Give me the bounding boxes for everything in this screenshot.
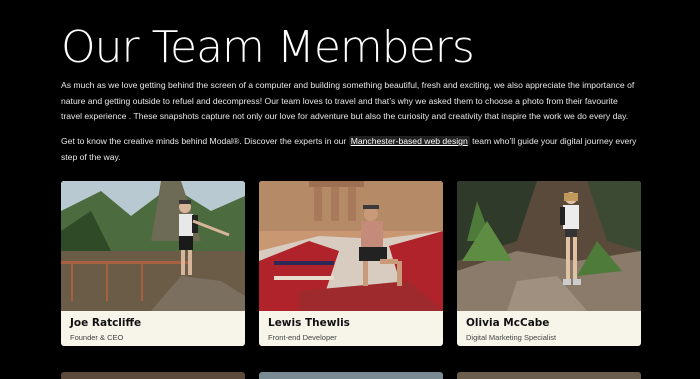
team-card-next-3: [457, 372, 641, 379]
intro2-text-before: Get to know the creative minds behind Mo…: [61, 136, 349, 146]
team-grid: Joe Ratcliffe Founder & CEO Lewis Thewli…: [61, 181, 641, 379]
member-role: Digital Marketing Specialist: [466, 333, 557, 342]
team-card-next-2: [259, 372, 443, 379]
member-name: Joe Ratcliffe: [70, 317, 142, 329]
team-photo-lewis: [259, 181, 443, 311]
manchester-web-design-link[interactable]: Manchester-based web design: [348, 136, 470, 146]
member-name: Lewis Thewlis: [268, 317, 350, 329]
team-photo-joe: [61, 181, 245, 311]
team-photo-olivia: [457, 181, 641, 311]
team-card-lewis[interactable]: Lewis Thewlis Front-end Developer: [259, 181, 443, 346]
team-card-next-1: [61, 372, 245, 379]
intro-paragraph-2: Get to know the creative minds behind Mo…: [61, 134, 641, 165]
page-title: Our Team Members: [61, 22, 475, 73]
member-role: Front-end Developer: [268, 333, 337, 342]
team-card-joe[interactable]: Joe Ratcliffe Founder & CEO: [61, 181, 245, 346]
team-card-olivia[interactable]: Olivia McCabe Digital Marketing Speciali…: [457, 181, 641, 346]
intro-paragraph: As much as we love getting behind the sc…: [61, 80, 635, 122]
member-name: Olivia McCabe: [466, 317, 550, 329]
member-role: Founder & CEO: [70, 333, 124, 342]
